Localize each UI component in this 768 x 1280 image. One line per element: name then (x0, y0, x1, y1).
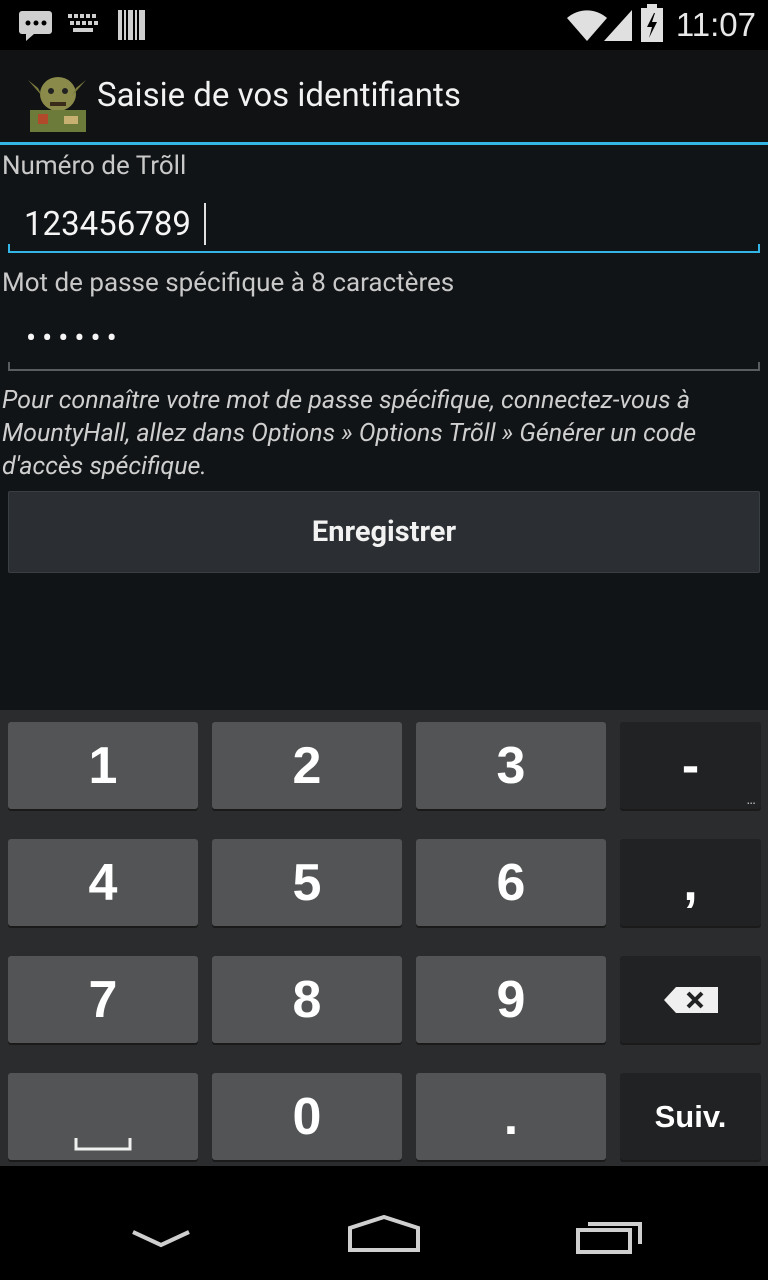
space-icon (74, 1138, 132, 1151)
battery-icon (641, 4, 663, 42)
recents-icon[interactable] (574, 1216, 646, 1256)
key-8[interactable]: 8 (212, 956, 402, 1043)
login-form: Numéro de Trõll 123456789 Mot de passe s… (0, 145, 768, 710)
key-comma-label: , (683, 853, 698, 912)
signal-icon (604, 10, 632, 41)
status-bar: 11:07 (0, 0, 768, 50)
underline-tick-left (8, 362, 10, 371)
numeric-keyboard: 1 2 3 - ... 4 5 6 , 7 8 9 0 . Suiv. (0, 710, 768, 1166)
text-cursor (204, 203, 206, 245)
troll-number-label: Numéro de Trõll (2, 151, 187, 181)
page-title: Saisie de vos identifiants (97, 76, 461, 115)
key-dash-label: - (681, 736, 700, 795)
key-9[interactable]: 9 (416, 956, 606, 1043)
key-7[interactable]: 7 (8, 956, 198, 1043)
password-underline (8, 369, 760, 371)
password-hint: Pour connaître votre mot de passe spécif… (2, 384, 768, 483)
underline-tick-left (8, 244, 10, 253)
key-delete[interactable] (620, 956, 761, 1043)
wifi-icon (567, 10, 607, 41)
action-bar: Saisie de vos identifiants (0, 50, 768, 143)
save-button[interactable]: Enregistrer (8, 491, 760, 573)
password-field[interactable]: •••••• (8, 307, 760, 373)
troll-avatar-icon[interactable] (24, 70, 90, 132)
message-icon (19, 11, 52, 41)
password-label: Mot de passe spécifique à 8 caractères (2, 268, 455, 298)
key-2[interactable]: 2 (212, 722, 402, 809)
navigation-bar (0, 1166, 768, 1280)
key-5[interactable]: 5 (212, 839, 402, 926)
key-dash[interactable]: - ... (620, 722, 761, 809)
keyboard-icon (68, 14, 98, 32)
key-next[interactable]: Suiv. (620, 1073, 761, 1160)
underline-tick-right (758, 244, 760, 253)
key-3[interactable]: 3 (416, 722, 606, 809)
hint-line-2: MountyHall, allez dans Options » Options… (2, 419, 697, 448)
hint-line-3: d'accès spécifique. (2, 452, 207, 481)
home-icon[interactable] (346, 1214, 422, 1254)
key-comma[interactable]: , (620, 839, 761, 926)
troll-number-field[interactable]: 123456789 (8, 189, 760, 255)
troll-number-underline (8, 251, 760, 253)
password-value: •••••• (26, 321, 123, 356)
troll-number-value: 123456789 (24, 205, 191, 244)
hint-line-1: Pour connaître votre mot de passe spécif… (2, 386, 691, 415)
key-6[interactable]: 6 (416, 839, 606, 926)
key-0[interactable]: 0 (212, 1073, 402, 1160)
underline-tick-right (758, 362, 760, 371)
key-period[interactable]: . (416, 1073, 606, 1160)
backspace-icon (663, 986, 718, 1013)
key-1[interactable]: 1 (8, 722, 198, 809)
barcode-icon (118, 10, 145, 40)
clock: 11:07 (675, 6, 756, 43)
back-icon[interactable] (130, 1228, 192, 1250)
key-dash-more: ... (746, 791, 756, 807)
key-space[interactable] (8, 1073, 198, 1160)
key-4[interactable]: 4 (8, 839, 198, 926)
